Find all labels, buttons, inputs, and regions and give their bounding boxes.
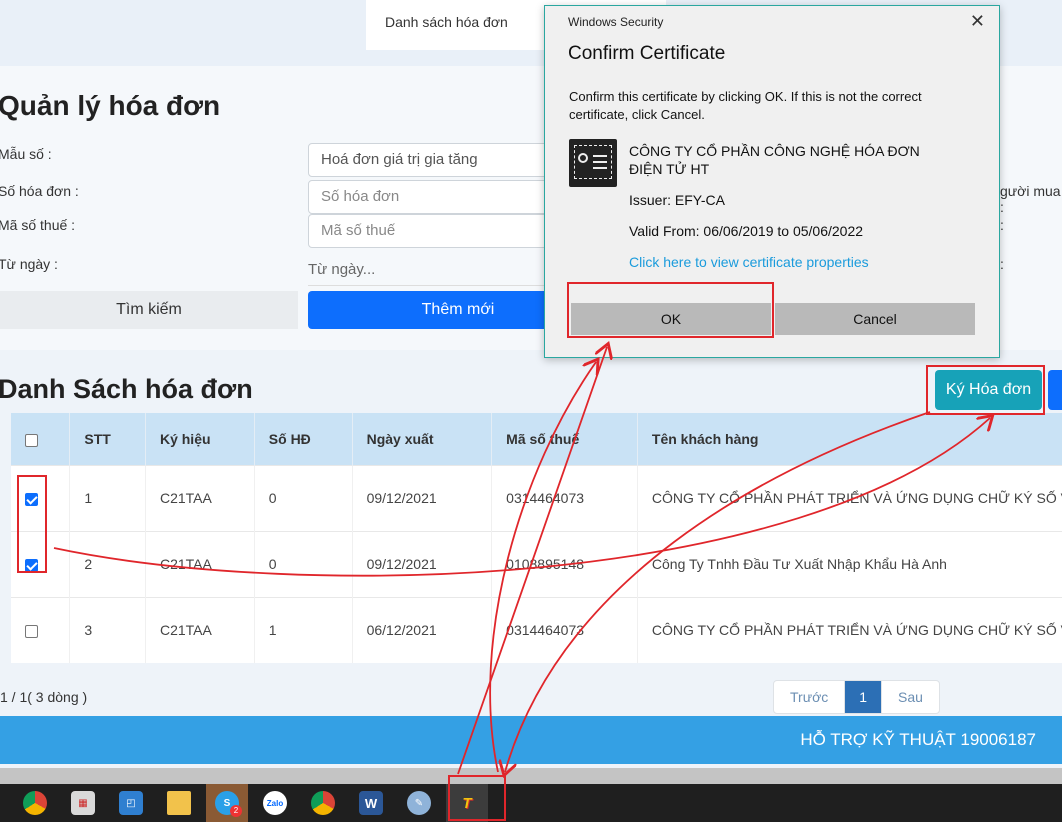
cell-number: 0 bbox=[254, 464, 353, 531]
template-label: Mẫu số : bbox=[0, 146, 52, 162]
certificate-issuer: Issuer: EFY-CA bbox=[629, 192, 725, 208]
horizontal-scrollbar[interactable] bbox=[0, 768, 1062, 784]
list-title: Danh Sách hóa đơn bbox=[0, 374, 253, 404]
pagination-next[interactable]: Sau bbox=[882, 681, 939, 713]
table-row[interactable]: 2 C21TAA 0 09/12/2021 0108895148 Công Ty… bbox=[11, 530, 1062, 597]
more-actions-button[interactable] bbox=[1048, 370, 1062, 410]
chrome-profile-icon bbox=[311, 791, 335, 815]
table-header: STT Ký hiệu Số HĐ Ngày xuất Mã số thuế T… bbox=[11, 413, 1062, 465]
skype-badge: 2 bbox=[230, 805, 242, 817]
taskbar-app-grid[interactable]: ▦ bbox=[62, 784, 104, 822]
pagination: Trước 1 Sau bbox=[773, 680, 940, 714]
remote-desktop-icon: ◰ bbox=[119, 791, 143, 815]
column-header-tax-code[interactable]: Mã số thuế bbox=[491, 413, 638, 465]
field-colon-2: : bbox=[1000, 256, 1004, 272]
invoice-table: STT Ký hiệu Số HĐ Ngày xuất Mã số thuế T… bbox=[11, 413, 1062, 663]
signing-tool-icon: T bbox=[462, 794, 472, 812]
cell-stt: 2 bbox=[69, 530, 146, 597]
certificate-subject: CÔNG TY CỔ PHẦN CÔNG NGHỆ HÓA ĐƠN ĐIỆN T… bbox=[629, 143, 920, 177]
row-checkbox[interactable] bbox=[25, 558, 38, 572]
cell-symbol: C21TAA bbox=[145, 530, 255, 597]
tax-code-label: Mã số thuế : bbox=[0, 217, 76, 233]
invoice-number-input[interactable]: Số hóa đơn bbox=[308, 180, 548, 214]
template-select[interactable]: Hoá đơn giá trị gia tăng bbox=[308, 143, 548, 177]
cell-date: 06/12/2021 bbox=[352, 596, 493, 663]
windows-taskbar: ▦ ◰ S 2 Zalo W ✎ T bbox=[0, 784, 1062, 822]
dialog-message: Confirm this certificate by clicking OK.… bbox=[569, 89, 922, 122]
certificate-validity: Valid From: 06/06/2019 to 05/06/2022 bbox=[629, 223, 864, 239]
chrome-icon bbox=[23, 791, 47, 815]
search-button[interactable]: Tìm kiếm bbox=[0, 291, 298, 329]
cell-tax-code: 0314464073 bbox=[491, 596, 638, 663]
column-header-number[interactable]: Số HĐ bbox=[254, 413, 353, 465]
close-icon[interactable]: ✕ bbox=[970, 11, 985, 32]
certificate-properties-link[interactable]: Click here to view certificate propertie… bbox=[629, 254, 869, 270]
table-row[interactable]: 3 C21TAA 1 06/12/2021 0314464073 CÔNG TY… bbox=[11, 596, 1062, 663]
field-colon-1: : bbox=[1000, 217, 1004, 233]
app-grid-icon: ▦ bbox=[71, 791, 95, 815]
taskbar-signing-tool[interactable]: T bbox=[446, 784, 488, 822]
taskbar-chrome-profile[interactable] bbox=[302, 784, 344, 822]
cell-symbol: C21TAA bbox=[145, 596, 255, 663]
pagination-prev[interactable]: Trước bbox=[774, 681, 846, 713]
tab-invoice-list-label: Danh sách hóa đơn bbox=[385, 14, 508, 30]
page-title: Quản lý hóa đơn bbox=[0, 90, 221, 121]
column-header-customer[interactable]: Tên khách hàng bbox=[637, 413, 1062, 465]
taskbar-remote-desktop[interactable]: ◰ bbox=[110, 784, 152, 822]
taskbar-chrome[interactable] bbox=[14, 784, 56, 822]
cell-stt: 3 bbox=[69, 596, 146, 663]
dialog-caption: Windows Security bbox=[568, 15, 664, 29]
taskbar-zalo[interactable]: Zalo bbox=[254, 784, 296, 822]
cancel-button[interactable]: Cancel bbox=[775, 303, 975, 335]
cell-tax-code: 0314464073 bbox=[491, 464, 638, 531]
paint-icon: ✎ bbox=[407, 791, 431, 815]
cell-date: 09/12/2021 bbox=[352, 530, 493, 597]
word-icon: W bbox=[359, 791, 383, 815]
cell-number: 0 bbox=[254, 530, 353, 597]
taskbar-paint[interactable]: ✎ bbox=[398, 784, 440, 822]
taskbar-skype[interactable]: S 2 bbox=[206, 784, 248, 822]
column-header-stt[interactable]: STT bbox=[69, 413, 146, 465]
sign-invoice-button[interactable]: Ký Hóa đơn bbox=[935, 370, 1042, 410]
from-date-input[interactable]: Từ ngày... bbox=[308, 256, 548, 286]
select-all-cell[interactable] bbox=[11, 413, 71, 465]
certificate-icon bbox=[569, 139, 617, 187]
page-info: 1 / 1( 3 dòng ) bbox=[0, 689, 88, 705]
cell-customer: Công Ty Tnhh Đầu Tư Xuất Nhập Khẩu Hà An… bbox=[637, 530, 1062, 597]
folder-icon bbox=[167, 791, 191, 815]
cell-customer: CÔNG TY CỔ PHẦN PHÁT TRIỂN VÀ ỨNG DỤNG C… bbox=[637, 596, 1062, 663]
from-date-label: Từ ngày : bbox=[0, 256, 58, 272]
cell-number: 1 bbox=[254, 596, 353, 663]
cell-tax-code: 0108895148 bbox=[491, 530, 638, 597]
row-checkbox[interactable] bbox=[25, 625, 38, 639]
buyer-label: gười mua : bbox=[1000, 183, 1061, 215]
row-checkbox[interactable] bbox=[25, 492, 38, 506]
pagination-page-1[interactable]: 1 bbox=[845, 681, 883, 713]
select-all-checkbox[interactable] bbox=[25, 433, 38, 447]
cell-stt: 1 bbox=[69, 464, 146, 531]
invoice-number-label: Số hóa đơn : bbox=[0, 183, 79, 199]
cell-date: 09/12/2021 bbox=[352, 464, 493, 531]
column-header-symbol[interactable]: Ký hiệu bbox=[145, 413, 255, 465]
confirm-certificate-dialog: Windows Security ✕ Confirm Certificate C… bbox=[544, 5, 1000, 358]
support-hotline: HỖ TRỢ KỸ THUẬT 19006187 bbox=[800, 730, 1036, 749]
support-footer: HỖ TRỢ KỸ THUẬT 19006187 bbox=[0, 716, 1062, 764]
ok-button[interactable]: OK bbox=[571, 303, 771, 335]
column-header-date[interactable]: Ngày xuất bbox=[352, 413, 493, 465]
taskbar-word[interactable]: W bbox=[350, 784, 392, 822]
taskbar-file-explorer[interactable] bbox=[158, 784, 200, 822]
table-row[interactable]: 1 C21TAA 0 09/12/2021 0314464073 CÔNG TY… bbox=[11, 464, 1062, 531]
zalo-icon: Zalo bbox=[263, 791, 287, 815]
tax-code-input[interactable]: Mã số thuế bbox=[308, 214, 548, 248]
cell-customer: CÔNG TY CỔ PHẦN PHÁT TRIỂN VÀ ỨNG DỤNG C… bbox=[637, 464, 1062, 531]
cell-symbol: C21TAA bbox=[145, 464, 255, 531]
dialog-title: Confirm Certificate bbox=[568, 43, 726, 64]
